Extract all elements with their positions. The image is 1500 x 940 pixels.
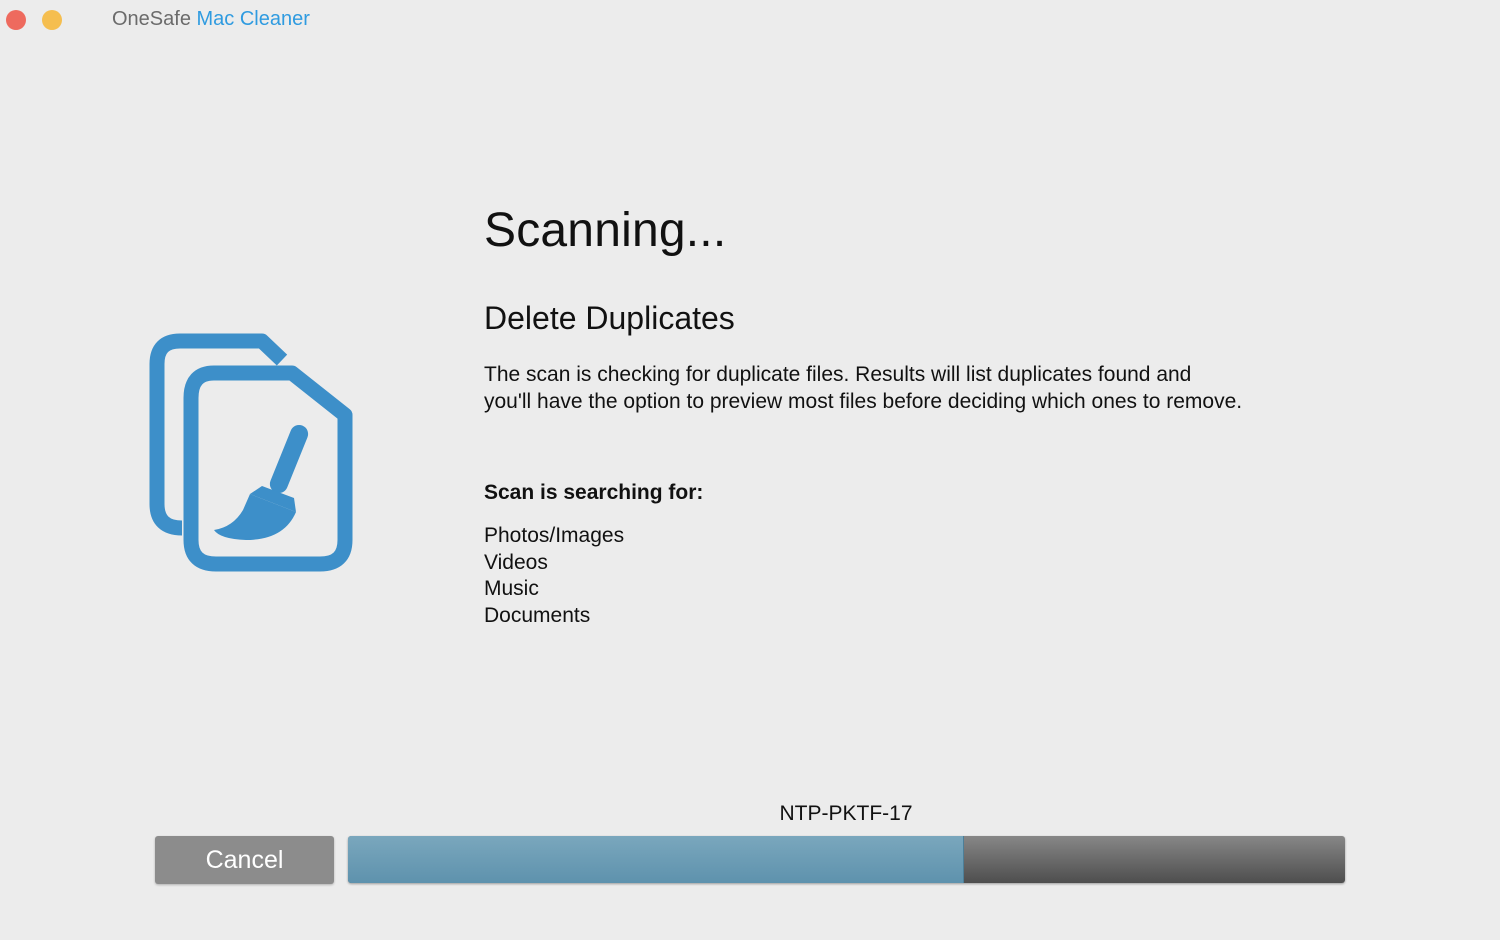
scan-description: The scan is checking for duplicate files… bbox=[484, 363, 1243, 413]
page-title: Scanning... bbox=[484, 204, 727, 257]
minimize-window-button[interactable] bbox=[42, 10, 62, 30]
title-bar: OneSafe Mac Cleaner bbox=[0, 0, 1500, 40]
searching-for-label: Scan is searching for: bbox=[484, 481, 704, 504]
list-item: Documents bbox=[484, 603, 591, 627]
scan-progress-bar bbox=[348, 836, 1345, 883]
search-categories-list: Photos/Images Videos Music Documents bbox=[484, 523, 624, 629]
list-item: Videos bbox=[484, 550, 548, 574]
section-title: Delete Duplicates bbox=[484, 300, 735, 336]
app-title-product: Mac Cleaner bbox=[196, 8, 310, 30]
list-item: Music bbox=[484, 577, 539, 600]
scan-progress-fill bbox=[348, 836, 965, 883]
main-content: Scanning... Delete Duplicates The scan i… bbox=[484, 200, 1284, 627]
app-title-brand: OneSafe bbox=[112, 8, 191, 30]
cancel-button[interactable]: Cancel bbox=[155, 836, 334, 884]
app-title: OneSafe Mac Cleaner bbox=[112, 8, 310, 31]
close-window-button[interactable] bbox=[6, 10, 26, 30]
duplicate-files-broom-icon bbox=[149, 333, 353, 572]
list-item: Photos/Images bbox=[484, 524, 625, 547]
current-scan-item: NTP-PKTF-17 bbox=[779, 802, 913, 825]
